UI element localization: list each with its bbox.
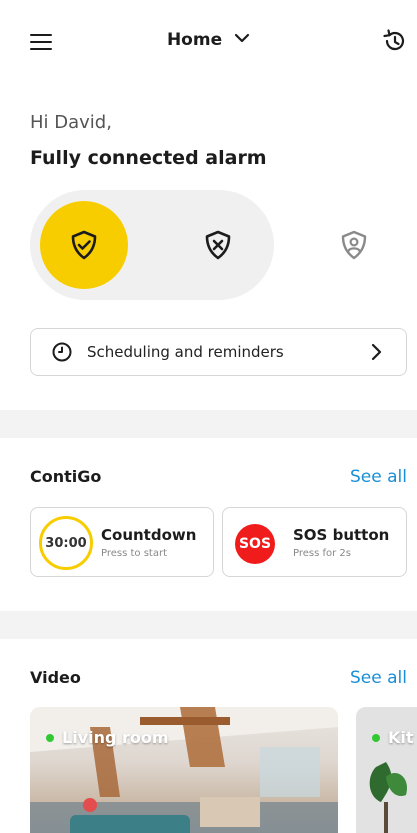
scheduling-label: Scheduling and reminders [87, 343, 284, 361]
countdown-timer: 30:00 [39, 516, 93, 570]
home-dropdown[interactable]: Home [0, 30, 417, 50]
camera-label: Kit [372, 728, 414, 747]
contigo-title: ContiGo [30, 467, 102, 486]
history-icon[interactable] [381, 28, 407, 54]
section-divider [0, 410, 417, 438]
video-see-all-link[interactable]: See all [350, 668, 407, 688]
chevron-right-icon [371, 343, 382, 361]
shield-person-icon [341, 230, 367, 260]
camera-card-living-room[interactable]: Living room [30, 707, 338, 833]
sos-card[interactable]: SOS SOS button Press for 2s [222, 507, 407, 577]
page-title: Home [166, 30, 223, 50]
shield-x-icon [205, 230, 231, 260]
camera-label: Living room [46, 728, 169, 747]
online-status-dot [46, 733, 54, 742]
sos-badge: SOS [235, 524, 275, 564]
countdown-subtitle: Press to start [101, 548, 168, 559]
chevron-down-icon [234, 33, 250, 43]
scheduling-reminders-button[interactable]: Scheduling and reminders [30, 328, 407, 376]
shield-check-icon [71, 230, 97, 260]
section-divider [0, 611, 417, 639]
countdown-title: Countdown [101, 526, 197, 544]
sos-title: SOS button [293, 526, 390, 544]
camera-name: Living room [62, 728, 169, 747]
contigo-see-all-link[interactable]: See all [350, 467, 407, 487]
sos-subtitle: Press for 2s [293, 548, 351, 559]
camera-card-kitchen[interactable]: Kit [356, 707, 417, 833]
arm-partial-button[interactable] [310, 201, 398, 289]
camera-name: Kit [388, 728, 414, 747]
arm-full-button[interactable] [40, 201, 128, 289]
camera-thumbnail [30, 707, 338, 833]
top-bar: Home [0, 0, 417, 82]
online-status-dot [372, 733, 380, 742]
video-title: Video [30, 668, 81, 687]
greeting-text: Hi David, [30, 112, 112, 133]
camera-thumbnail [356, 707, 417, 833]
countdown-card[interactable]: 30:00 Countdown Press to start [30, 507, 214, 577]
alarm-status-title: Fully connected alarm [30, 147, 267, 169]
clock-icon [52, 342, 72, 362]
disarm-button[interactable] [174, 201, 262, 289]
